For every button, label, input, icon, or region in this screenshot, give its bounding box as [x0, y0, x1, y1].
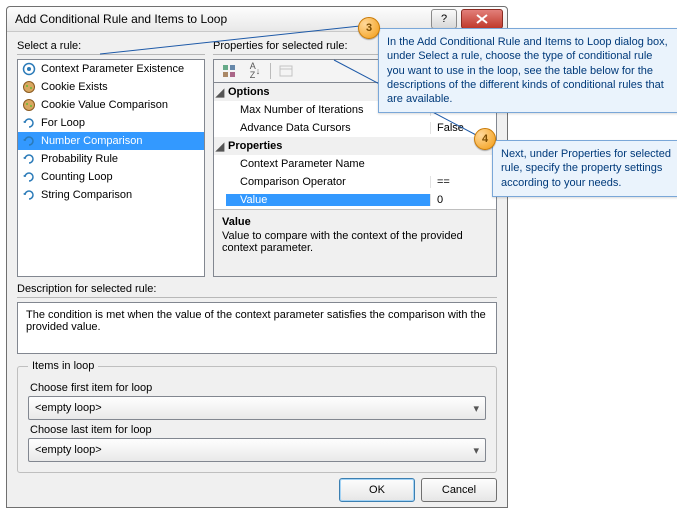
- collapse-icon[interactable]: ◢: [214, 140, 226, 153]
- first-item-label: Choose first item for loop: [30, 382, 486, 394]
- property-description: Value Value to compare with the context …: [214, 209, 496, 276]
- items-in-loop-group: Items in loop Choose first item for loop…: [17, 360, 497, 473]
- rule-item-label: Number Comparison: [41, 135, 142, 147]
- rule-item-label: Probability Rule: [41, 153, 118, 165]
- rule-item[interactable]: Counting Loop: [18, 168, 204, 186]
- close-icon: [476, 14, 488, 24]
- rule-item[interactable]: Context Parameter Existence: [18, 60, 204, 78]
- rule-item[interactable]: Probability Rule: [18, 150, 204, 168]
- help-icon: ?: [441, 13, 447, 25]
- rule-item-label: String Comparison: [41, 189, 132, 201]
- first-item-value: <empty loop>: [35, 402, 102, 414]
- rule-item[interactable]: Cookie Value Comparison: [18, 96, 204, 114]
- property-pages-icon: [275, 61, 297, 81]
- loop-icon: [22, 152, 36, 166]
- callout-badge-4: 4: [474, 128, 496, 150]
- cookie-icon: [22, 80, 36, 94]
- rule-description-box: The condition is met when the value of t…: [17, 302, 497, 354]
- prop-desc-text: Value to compare with the context of the…: [222, 230, 488, 254]
- first-item-combo[interactable]: <empty loop> ▾: [28, 396, 486, 420]
- divider: [17, 297, 497, 298]
- callout-3: In the Add Conditional Rule and Items to…: [378, 28, 677, 113]
- rule-item[interactable]: For Loop: [18, 114, 204, 132]
- prop-row-comparison-op[interactable]: Comparison Operator==: [214, 173, 496, 191]
- prop-desc-title: Value: [222, 216, 488, 228]
- rule-listbox[interactable]: Context Parameter Existence Cookie Exists…: [17, 59, 205, 277]
- cancel-button[interactable]: Cancel: [421, 478, 497, 502]
- loop-icon: [22, 188, 36, 202]
- last-item-value: <empty loop>: [35, 444, 102, 456]
- select-rule-label: Select a rule:: [17, 40, 205, 52]
- loop-icon: [22, 134, 36, 148]
- close-button[interactable]: [461, 9, 503, 29]
- rule-item-label: Cookie Value Comparison: [41, 99, 168, 111]
- cookie-icon: [22, 98, 36, 112]
- collapse-icon[interactable]: ◢: [214, 86, 226, 99]
- chevron-down-icon: ▾: [473, 444, 479, 457]
- rule-item[interactable]: String Comparison: [18, 186, 204, 204]
- callout-4: Next, under Properties for selected rule…: [492, 140, 677, 197]
- chevron-down-icon: ▾: [473, 402, 479, 415]
- rule-item-label: Counting Loop: [41, 171, 113, 183]
- help-button[interactable]: ?: [431, 9, 457, 29]
- items-legend: Items in loop: [28, 360, 98, 372]
- rule-item-label: Cookie Exists: [41, 81, 108, 93]
- description-label: Description for selected rule:: [17, 283, 497, 295]
- rule-item-label: For Loop: [41, 117, 85, 129]
- callout-badge-3: 3: [358, 17, 380, 39]
- categorized-icon[interactable]: [218, 61, 240, 81]
- rule-item[interactable]: Cookie Exists: [18, 78, 204, 96]
- last-item-label: Choose last item for loop: [30, 424, 486, 436]
- loop-icon: [22, 116, 36, 130]
- prop-row-value[interactable]: Value0: [214, 191, 496, 209]
- last-item-combo[interactable]: <empty loop> ▾: [28, 438, 486, 462]
- dialog-footer: OK Cancel: [7, 473, 507, 507]
- category-properties[interactable]: ◢Properties: [214, 137, 496, 155]
- ok-button[interactable]: OK: [339, 478, 415, 502]
- loop-icon: [22, 170, 36, 184]
- prop-row-context-param[interactable]: Context Parameter Name: [214, 155, 496, 173]
- divider: [270, 63, 271, 79]
- rule-item-label: Context Parameter Existence: [41, 63, 184, 75]
- prop-row-advance-cursors[interactable]: Advance Data CursorsFalse: [214, 119, 496, 137]
- rule-item[interactable]: Number Comparison: [18, 132, 204, 150]
- context-param-icon: [22, 62, 36, 76]
- alpha-sort-icon[interactable]: AZ↓: [244, 61, 266, 81]
- divider: [17, 54, 205, 55]
